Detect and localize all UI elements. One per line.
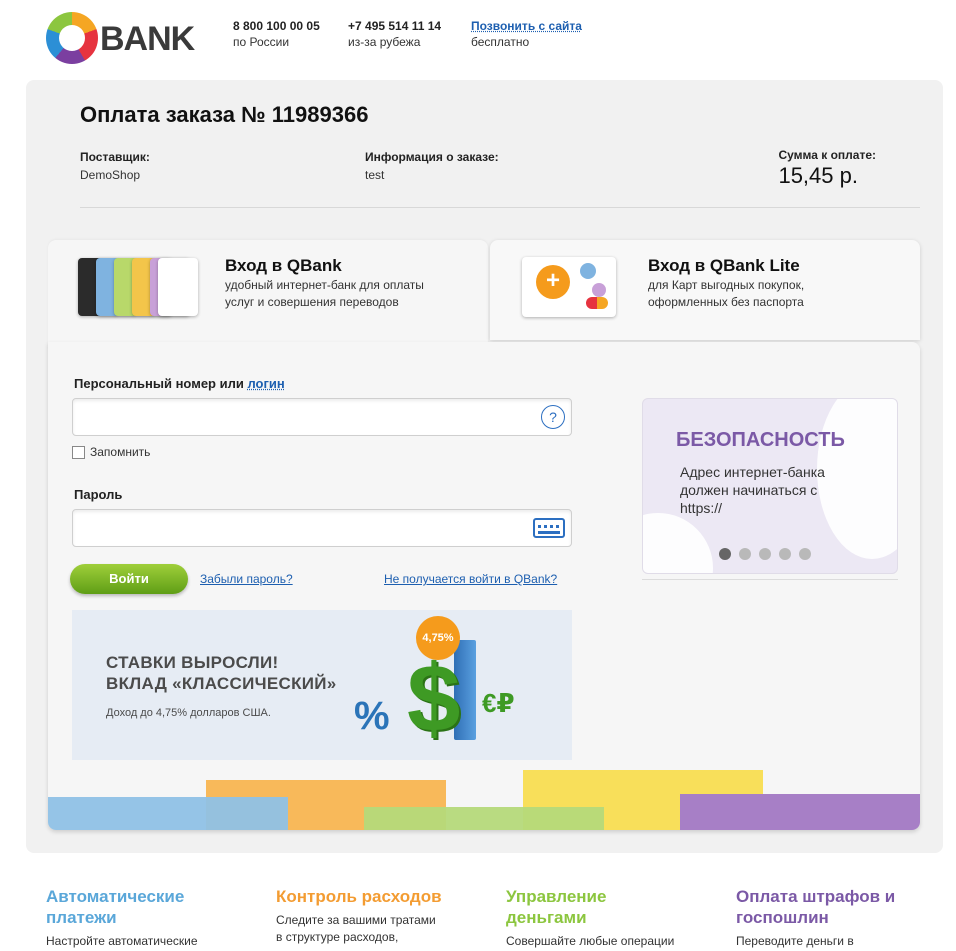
feature-title: Контроль расходов	[276, 887, 442, 906]
feature-text-line: в структуре расходов,	[276, 930, 399, 944]
phone-note: из-за рубежа	[348, 35, 421, 49]
logo-text: BANK	[100, 20, 195, 58]
promo-headline-line: СТАВКИ ВЫРОСЛИ!	[106, 653, 279, 672]
phone-note: по России	[233, 35, 290, 49]
feature-text: Переводите деньги в	[736, 934, 854, 948]
tab-desc-line: удобный интернет-банк для оплаты	[225, 278, 424, 292]
callback-link[interactable]: Позвонить с сайта	[471, 18, 582, 34]
amount-label: Сумма к оплате:	[778, 148, 876, 162]
supplier-value: DemoShop	[80, 168, 141, 182]
order-info-label: Информация о заказе:	[365, 150, 499, 164]
tab-qbank-lite[interactable]: + Вход в QBank Lite для Карт выгодных по…	[490, 240, 920, 340]
slider-dot[interactable]	[799, 548, 811, 560]
password-input[interactable]	[72, 509, 572, 547]
card-white	[158, 258, 198, 316]
feature-text: Настройте автоматические	[46, 934, 198, 948]
callback-block: Позвонить с сайта бесплатно	[471, 18, 582, 50]
tab-desc-line: оформленных без паспорта	[648, 295, 804, 309]
tab-desc: для Карт выгодных покупок, оформленных б…	[648, 277, 804, 311]
plus-icon: +	[536, 265, 570, 299]
mastercard-icon	[586, 297, 608, 309]
phone-number: +7 495 514 11 14	[348, 19, 442, 33]
remember-label: Запомнить	[90, 445, 151, 459]
tab-desc: удобный интернет-банк для оплаты услуг и…	[225, 277, 424, 311]
site-header: BANK 8 800 100 00 05 по России +7 495 51…	[0, 0, 956, 78]
remember-checkbox[interactable]	[72, 446, 85, 459]
login-label: Персональный номер или логин	[74, 376, 285, 391]
feature-text-line: Следите за вашими тратами	[276, 913, 436, 927]
slider-dot[interactable]	[779, 548, 791, 560]
promo-banner[interactable]: СТАВКИ ВЫРОСЛИ! ВКЛАД «КЛАССИЧЕСКИЙ» Дох…	[72, 610, 572, 760]
cant-login-link[interactable]: Не получается войти в QBank?	[384, 572, 557, 586]
supplier-label: Поставщик:	[80, 150, 150, 164]
feature-money-management[interactable]: Управление деньгами Совершайте любые опе…	[506, 886, 706, 950]
decor-shape	[643, 513, 713, 573]
payment-panel: Оплата заказа № 11989366 Поставщик: Demo…	[26, 80, 943, 853]
tab-desc-line: для Карт выгодных покупок,	[648, 278, 805, 292]
phone-abroad: +7 495 514 11 14 из-за рубежа	[348, 18, 441, 50]
qbank-logo[interactable]: BANK	[46, 12, 195, 64]
callback-note: бесплатно	[471, 35, 530, 49]
feature-expense-control[interactable]: Контроль расходов Следите за вашими трат…	[276, 886, 476, 946]
tab-desc-line: услуг и совершения переводов	[225, 295, 399, 309]
bubble-icon	[592, 283, 606, 297]
feature-text: Совершайте любые операции	[506, 934, 675, 948]
rate-badge: 4,75%	[416, 616, 460, 660]
login-label-text: Персональный номер или	[74, 376, 248, 391]
feature-title: Автоматические платежи	[46, 887, 185, 927]
percent-image: %	[354, 694, 390, 738]
decor-stripe	[48, 797, 288, 830]
order-info: Информация о заказе: test	[365, 148, 499, 184]
amount-value: 15,45 р.	[778, 163, 858, 188]
slider-dot[interactable]	[719, 548, 731, 560]
divider	[80, 207, 920, 208]
cards-image	[78, 256, 198, 316]
divider	[642, 579, 898, 580]
tab-title: Вход в QBank	[225, 256, 342, 275]
login-input[interactable]: ?	[72, 398, 572, 436]
tab-title: Вход в QBank Lite	[648, 256, 800, 275]
login-button[interactable]: Войти	[70, 564, 188, 594]
forgot-password-link[interactable]: Забыли пароль?	[200, 572, 293, 586]
promo-headline: СТАВКИ ВЫРОСЛИ! ВКЛАД «КЛАССИЧЕСКИЙ»	[106, 652, 337, 694]
login-form: Персональный номер или логин ? Запомнить…	[48, 342, 920, 830]
virtual-keyboard-icon[interactable]	[533, 518, 565, 538]
slider-dots	[719, 547, 819, 565]
promo-subline: Доход до 4,75% долларов США.	[106, 707, 271, 719]
security-widget: БЕЗОПАСНОСТЬ Адрес интернет-банка должен…	[642, 398, 898, 574]
feature-title: Оплата штрафов и госпошлин	[736, 887, 896, 927]
promo-headline-line: ВКЛАД «КЛАССИЧЕСКИЙ»	[106, 674, 337, 693]
amount-info: Сумма к оплате: 15,45 р.	[778, 148, 876, 189]
password-label: Пароль	[74, 487, 123, 502]
feature-title: Управление деньгами	[506, 887, 607, 927]
slider-dot[interactable]	[739, 548, 751, 560]
feature-fines-payment[interactable]: Оплата штрафов и госпошлин Переводите де…	[736, 886, 936, 950]
page-title: Оплата заказа № 11989366	[80, 102, 369, 127]
supplier-info: Поставщик: DemoShop	[80, 148, 150, 184]
phone-russia: 8 800 100 00 05 по России	[233, 18, 320, 50]
dollar-tree-image: $	[407, 645, 461, 752]
lite-card-image: +	[522, 257, 616, 317]
security-text: Адрес интернет-банка должен начинаться с…	[680, 464, 825, 516]
logo-q-icon	[46, 12, 98, 64]
login-link[interactable]: логин	[247, 376, 284, 391]
feature-text: Следите за вашими тратами в структуре ра…	[276, 912, 476, 946]
decor-stripe	[364, 807, 604, 830]
security-title: БЕЗОПАСНОСТЬ	[676, 429, 845, 451]
slider-dot[interactable]	[759, 548, 771, 560]
order-info-value: test	[365, 168, 385, 182]
help-icon[interactable]: ?	[541, 405, 565, 429]
bubble-icon	[580, 263, 596, 279]
currency-image: €₽	[482, 688, 515, 718]
feature-auto-payments[interactable]: Автоматические платежи Настройте автомат…	[46, 886, 246, 950]
phone-number: 8 800 100 00 05	[233, 19, 320, 33]
tab-qbank[interactable]: Вход в QBank удобный интернет-банк для о…	[48, 240, 488, 350]
decor-stripe	[680, 794, 920, 830]
